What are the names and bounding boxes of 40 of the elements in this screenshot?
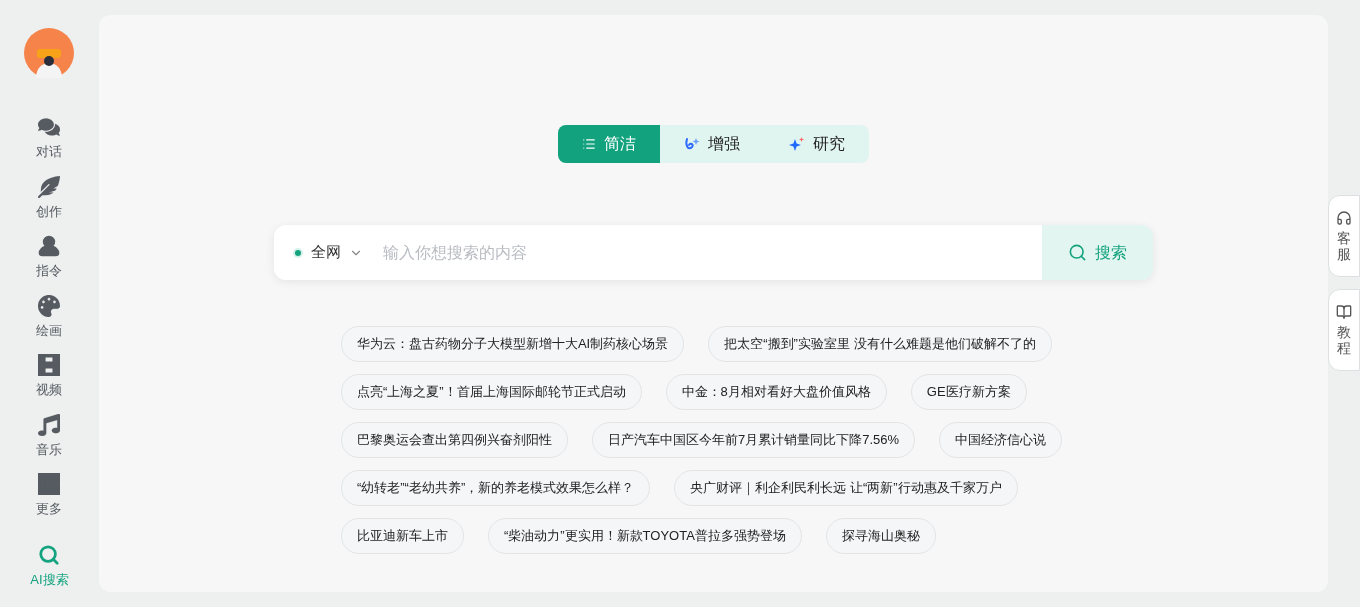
video-icon bbox=[38, 354, 61, 376]
topic-chip[interactable]: 日产汽车中国区今年前7月累计销量同比下降7.56% bbox=[591, 422, 916, 458]
topic-chip[interactable]: 巴黎奥运会查出第四例兴奋剂阳性 bbox=[340, 422, 568, 458]
list-icon bbox=[581, 137, 596, 151]
scope-dropdown[interactable]: 全网 bbox=[273, 225, 373, 280]
search-icon bbox=[38, 543, 61, 566]
chat-bubbles-icon bbox=[38, 116, 61, 138]
sparkle-icon bbox=[787, 135, 805, 153]
topic-chip[interactable]: 比亚迪新车上市 bbox=[340, 518, 464, 554]
sidebar-item[interactable]: 音乐 bbox=[36, 413, 63, 459]
search-icon bbox=[1067, 243, 1087, 262]
sidebar-item[interactable]: 对话 bbox=[36, 116, 63, 162]
topic-chip[interactable]: “柴油动力”更实用！新款TOYOTA普拉多强势登场 bbox=[487, 518, 802, 554]
loop-sparkle-icon bbox=[683, 136, 700, 152]
search-field[interactable]: 输入你想搜索的内容 bbox=[372, 225, 1042, 280]
topic-chip[interactable]: 探寻海山奥秘 bbox=[825, 518, 936, 554]
mode-tab[interactable]: 研究 bbox=[763, 125, 869, 163]
head-icon bbox=[38, 235, 61, 257]
side-tab[interactable]: 教程 bbox=[1328, 289, 1360, 372]
sidebar-item[interactable]: 视频 bbox=[36, 354, 63, 400]
topic-chip[interactable]: 中金：8月相对看好大盘价值风格 bbox=[665, 374, 887, 410]
music-note-icon bbox=[38, 413, 61, 436]
topic-chip[interactable]: 把太空“搬到”实验室里 没有什么难题是他们破解不了的 bbox=[708, 326, 1052, 362]
topic-chip[interactable]: “幼转老”“老幼共养”，新的养老模式效果怎么样？ bbox=[340, 470, 651, 506]
headset-icon bbox=[1336, 210, 1352, 226]
topic-chip[interactable]: GE医疗新方案 bbox=[910, 374, 1027, 410]
side-tab[interactable]: 客服 bbox=[1328, 195, 1360, 278]
palette-icon bbox=[38, 294, 61, 317]
topic-chip[interactable]: 中国经济信心说 bbox=[939, 422, 1063, 458]
topic-chip[interactable]: 央广财评｜利企利民利长远 让“两新”行动惠及千家万户 bbox=[674, 470, 1018, 506]
book-icon bbox=[1336, 304, 1352, 321]
feather-icon bbox=[38, 175, 61, 198]
sidebar-item[interactable]: 指令 bbox=[36, 235, 63, 281]
topic-chip[interactable]: 点亮“上海之夏”！首届上海国际邮轮节正式启动 bbox=[340, 374, 642, 410]
topic-chip[interactable]: 华为云：盘古药物分子大模型新增十大AI制药核心场景 bbox=[340, 326, 685, 362]
sidebar-item[interactable]: 创作 bbox=[36, 175, 63, 221]
mode-tab[interactable]: 增强 bbox=[659, 125, 764, 163]
sidebar-item[interactable]: 绘画 bbox=[36, 294, 63, 340]
sidebar-item[interactable]: 更多 bbox=[36, 473, 63, 519]
avatar-logo-icon bbox=[24, 28, 75, 78]
